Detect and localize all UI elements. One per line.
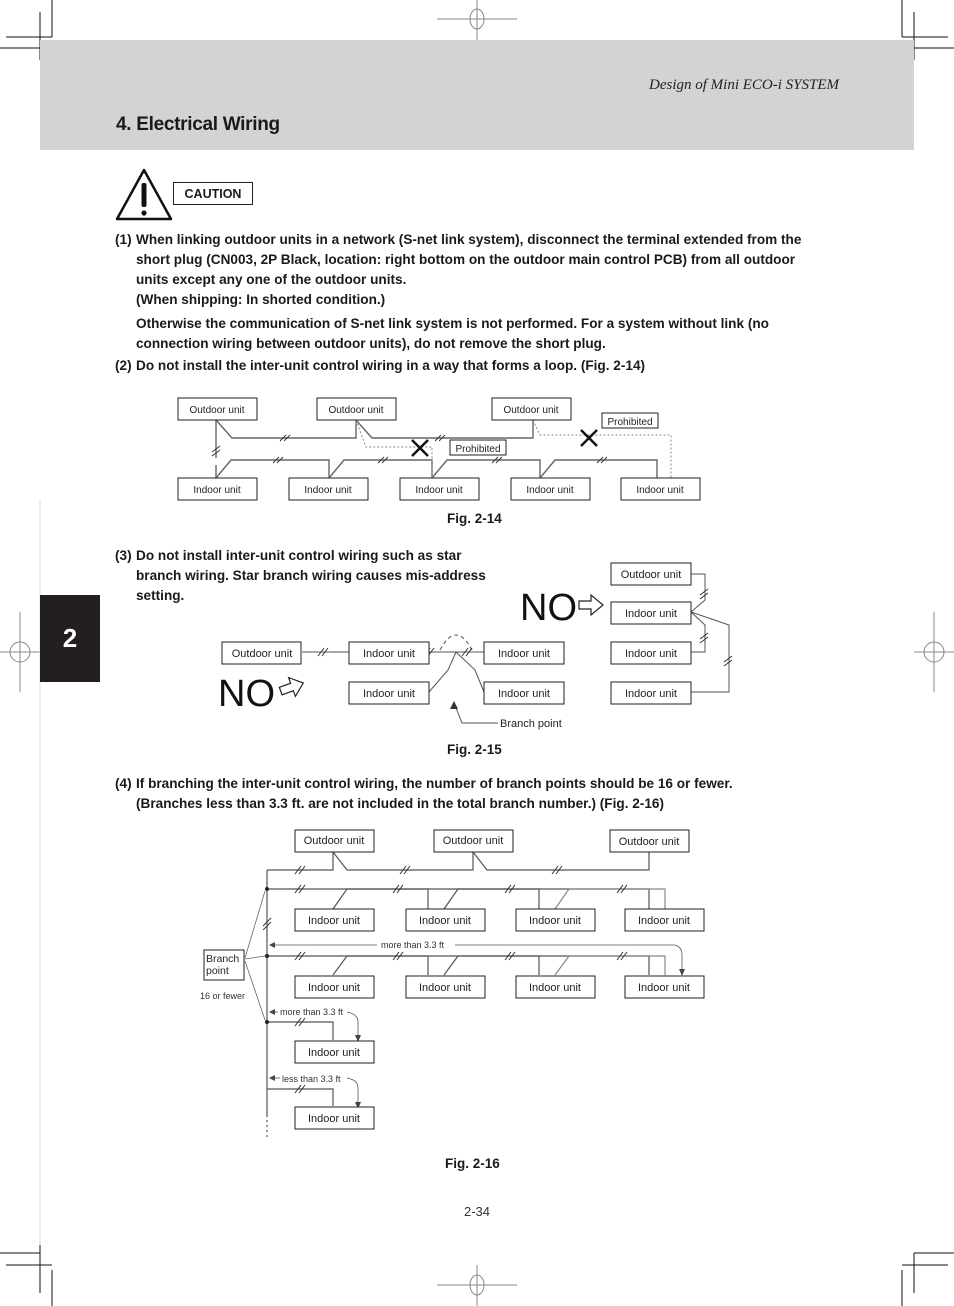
indoor-unit-label: Indoor unit — [625, 608, 677, 620]
text-line: When linking outdoor units in a network … — [136, 232, 802, 247]
wiring-lines — [215, 419, 658, 479]
no-label: NO — [218, 673, 275, 715]
indoor-unit-label: Indoor unit — [363, 688, 415, 700]
branch-point-arrow — [450, 701, 458, 709]
outdoor-unit-label: Outdoor unit — [503, 405, 558, 416]
outdoor-unit-label: Outdoor unit — [328, 405, 383, 416]
caution-label: CAUTION — [173, 182, 253, 205]
no-label: NO — [520, 587, 577, 629]
branch-highlight — [439, 634, 473, 651]
item-2: (2) Do not install the inter-unit contro… — [115, 356, 855, 376]
figure-caption: Fig. 2-16 — [445, 1156, 500, 1171]
indoor-unit-label: Indoor unit — [363, 648, 415, 660]
branch-point-pointers — [244, 890, 266, 1021]
indoor-unit-label: Indoor unit — [498, 648, 550, 660]
outdoor-unit-label: Outdoor unit — [304, 835, 365, 847]
section-title: 4. Electrical Wiring — [116, 114, 280, 135]
item-number: (2) — [115, 358, 132, 373]
indoor-unit-label: Indoor unit — [636, 485, 683, 496]
text-line: short plug (CN003, 2P Black, location: r… — [136, 252, 796, 267]
text-line: If branching the inter-unit control wiri… — [136, 776, 733, 791]
figure-2-16: Outdoor unit Outdoor unit Outdoor unit I… — [200, 829, 705, 1140]
indoor-unit-label: Indoor unit — [625, 688, 677, 700]
figure-caption: Fig. 2-14 — [447, 511, 502, 526]
indoor-unit-label: Indoor unit — [415, 485, 462, 496]
outdoor-unit-label: Outdoor unit — [232, 648, 293, 660]
indoor-unit-label: Indoor unit — [419, 915, 471, 927]
prohibited-label: Prohibited — [455, 444, 500, 455]
indoor-unit-label: Indoor unit — [308, 915, 360, 927]
outdoor-unit-label: Outdoor unit — [443, 835, 504, 847]
figure-2-15: Outdoor unit Indoor unit Indoor unit Ind… — [218, 562, 733, 730]
prohibited-label: Prohibited — [607, 417, 652, 428]
indoor-unit-label: Indoor unit — [498, 688, 550, 700]
text-line: connection wiring between outdoor units)… — [136, 336, 606, 351]
arrow-right-icon — [578, 593, 604, 617]
chapter-tab: 2 — [40, 595, 100, 682]
item-number: (1) — [115, 232, 132, 247]
text-line: (When shipping: In shorted condition.) — [136, 292, 386, 307]
text-line: Otherwise the communication of S-net lin… — [136, 316, 769, 331]
figure-caption: Fig. 2-15 — [447, 742, 502, 757]
figure-2-14: Outdoor unit Outdoor unit Outdoor unit I… — [177, 397, 701, 501]
item-number: (3) — [115, 548, 132, 563]
indoor-unit-label: Indoor unit — [625, 648, 677, 660]
indoor-unit-label: Indoor unit — [308, 982, 360, 994]
text-line: Do not install the inter-unit control wi… — [136, 358, 646, 373]
outdoor-unit-label: Outdoor unit — [619, 836, 680, 848]
item-number: (4) — [115, 776, 132, 791]
more-than-label: more than 3.3 ft — [280, 1007, 344, 1017]
page-number: 2-34 — [464, 1204, 491, 1219]
indoor-unit-label: Indoor unit — [526, 485, 573, 496]
indoor-unit-label: Indoor unit — [638, 915, 690, 927]
indoor-unit-label: Indoor unit — [308, 1113, 360, 1125]
indoor-unit-label: Indoor unit — [304, 485, 351, 496]
running-head: Design of Mini ECO-i SYSTEM — [649, 77, 839, 93]
warning-triangle-icon — [115, 168, 173, 221]
branch-point-label: point — [206, 965, 229, 977]
prohibited-wiring — [355, 419, 672, 478]
less-than-label: less than 3.3 ft — [282, 1074, 341, 1084]
arrow-right-icon — [278, 676, 305, 698]
indoor-unit-label: Indoor unit — [308, 1047, 360, 1059]
item-4: (4) If branching the inter-unit control … — [115, 774, 855, 814]
branch-point-label: Branch point — [500, 718, 562, 730]
indoor-unit-label: Indoor unit — [529, 982, 581, 994]
text-line: (Branches less than 3.3 ft. are not incl… — [136, 796, 664, 811]
text-line: units except any one of the outdoor unit… — [136, 272, 407, 287]
outdoor-unit-label: Outdoor unit — [621, 569, 682, 581]
indoor-unit-label: Indoor unit — [638, 982, 690, 994]
more-than-label: more than 3.3 ft — [381, 940, 445, 950]
indoor-unit-label: Indoor unit — [419, 982, 471, 994]
count-label: 16 or fewer — [200, 991, 245, 1001]
indoor-unit-label: Indoor unit — [529, 915, 581, 927]
item-1: (1) When linking outdoor units in a netw… — [115, 230, 855, 354]
branch-point-label: Branch — [206, 953, 239, 965]
outdoor-unit-label: Outdoor unit — [189, 405, 244, 416]
indoor-unit-label: Indoor unit — [193, 485, 240, 496]
wire-break-marks — [211, 434, 608, 464]
